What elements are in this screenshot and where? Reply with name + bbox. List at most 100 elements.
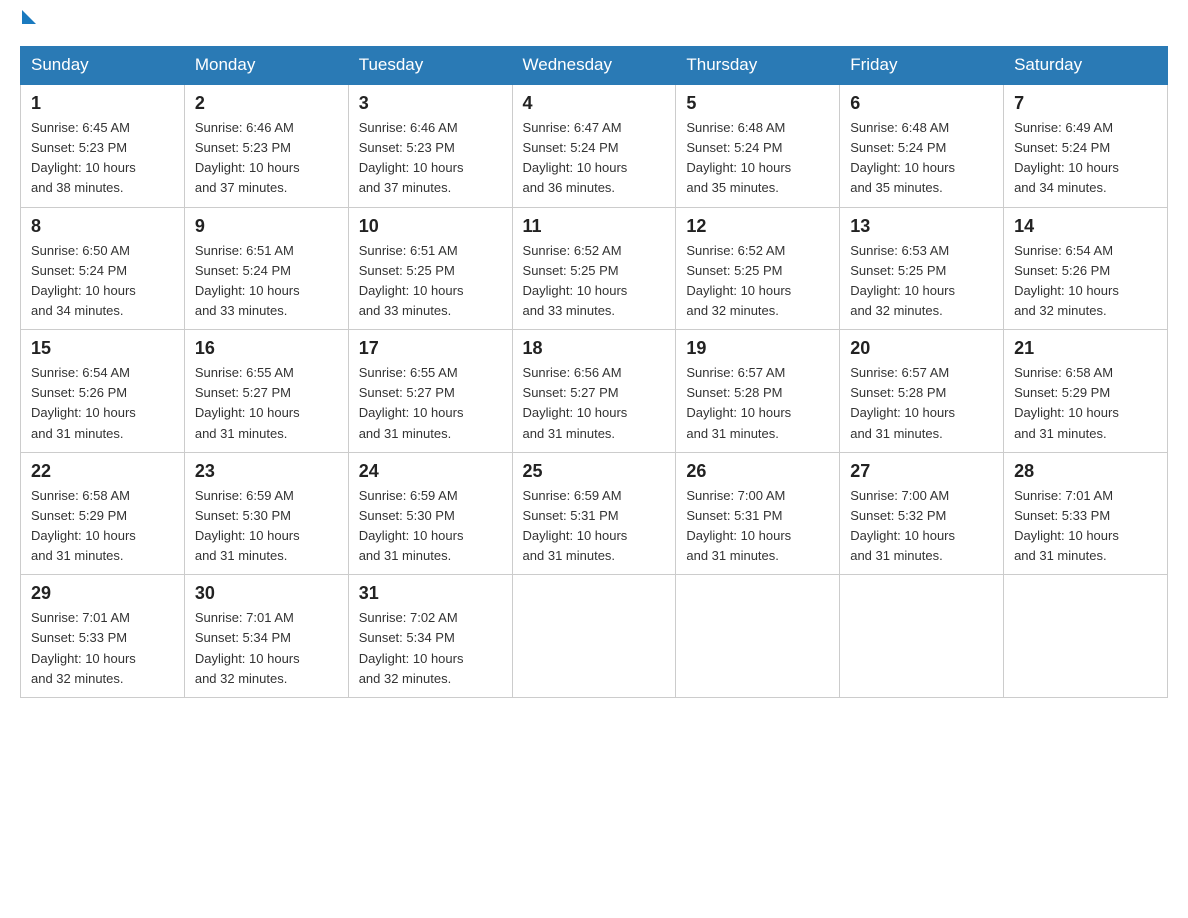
calendar-cell: 11 Sunrise: 6:52 AMSunset: 5:25 PMDaylig…: [512, 207, 676, 330]
calendar-cell: 18 Sunrise: 6:56 AMSunset: 5:27 PMDaylig…: [512, 330, 676, 453]
day-number: 11: [523, 216, 666, 237]
day-info: Sunrise: 6:57 AMSunset: 5:28 PMDaylight:…: [686, 365, 791, 440]
day-number: 26: [686, 461, 829, 482]
week-row-2: 8 Sunrise: 6:50 AMSunset: 5:24 PMDayligh…: [21, 207, 1168, 330]
day-info: Sunrise: 6:50 AMSunset: 5:24 PMDaylight:…: [31, 243, 136, 318]
day-info: Sunrise: 6:51 AMSunset: 5:24 PMDaylight:…: [195, 243, 300, 318]
calendar-cell: 19 Sunrise: 6:57 AMSunset: 5:28 PMDaylig…: [676, 330, 840, 453]
day-info: Sunrise: 6:46 AMSunset: 5:23 PMDaylight:…: [195, 120, 300, 195]
calendar-cell: 29 Sunrise: 7:01 AMSunset: 5:33 PMDaylig…: [21, 575, 185, 698]
day-number: 21: [1014, 338, 1157, 359]
day-number: 4: [523, 93, 666, 114]
day-info: Sunrise: 6:47 AMSunset: 5:24 PMDaylight:…: [523, 120, 628, 195]
day-number: 16: [195, 338, 338, 359]
day-number: 24: [359, 461, 502, 482]
calendar-cell: 17 Sunrise: 6:55 AMSunset: 5:27 PMDaylig…: [348, 330, 512, 453]
weekday-header-tuesday: Tuesday: [348, 47, 512, 85]
day-info: Sunrise: 7:01 AMSunset: 5:33 PMDaylight:…: [31, 610, 136, 685]
day-info: Sunrise: 6:49 AMSunset: 5:24 PMDaylight:…: [1014, 120, 1119, 195]
calendar-cell: 12 Sunrise: 6:52 AMSunset: 5:25 PMDaylig…: [676, 207, 840, 330]
weekday-header-sunday: Sunday: [21, 47, 185, 85]
calendar-cell: [512, 575, 676, 698]
day-number: 10: [359, 216, 502, 237]
day-number: 5: [686, 93, 829, 114]
weekday-header-row: SundayMondayTuesdayWednesdayThursdayFrid…: [21, 47, 1168, 85]
day-number: 12: [686, 216, 829, 237]
calendar-cell: 13 Sunrise: 6:53 AMSunset: 5:25 PMDaylig…: [840, 207, 1004, 330]
calendar-cell: 10 Sunrise: 6:51 AMSunset: 5:25 PMDaylig…: [348, 207, 512, 330]
day-number: 22: [31, 461, 174, 482]
day-info: Sunrise: 6:48 AMSunset: 5:24 PMDaylight:…: [686, 120, 791, 195]
calendar-cell: [676, 575, 840, 698]
day-info: Sunrise: 6:52 AMSunset: 5:25 PMDaylight:…: [686, 243, 791, 318]
week-row-3: 15 Sunrise: 6:54 AMSunset: 5:26 PMDaylig…: [21, 330, 1168, 453]
calendar-cell: 21 Sunrise: 6:58 AMSunset: 5:29 PMDaylig…: [1004, 330, 1168, 453]
day-info: Sunrise: 6:55 AMSunset: 5:27 PMDaylight:…: [195, 365, 300, 440]
calendar-cell: 26 Sunrise: 7:00 AMSunset: 5:31 PMDaylig…: [676, 452, 840, 575]
day-number: 17: [359, 338, 502, 359]
day-info: Sunrise: 6:59 AMSunset: 5:30 PMDaylight:…: [195, 488, 300, 563]
day-info: Sunrise: 6:55 AMSunset: 5:27 PMDaylight:…: [359, 365, 464, 440]
calendar-cell: 31 Sunrise: 7:02 AMSunset: 5:34 PMDaylig…: [348, 575, 512, 698]
day-info: Sunrise: 6:52 AMSunset: 5:25 PMDaylight:…: [523, 243, 628, 318]
day-number: 1: [31, 93, 174, 114]
day-number: 13: [850, 216, 993, 237]
calendar-cell: 23 Sunrise: 6:59 AMSunset: 5:30 PMDaylig…: [184, 452, 348, 575]
weekday-header-friday: Friday: [840, 47, 1004, 85]
calendar-cell: 9 Sunrise: 6:51 AMSunset: 5:24 PMDayligh…: [184, 207, 348, 330]
day-info: Sunrise: 6:58 AMSunset: 5:29 PMDaylight:…: [31, 488, 136, 563]
calendar-cell: 22 Sunrise: 6:58 AMSunset: 5:29 PMDaylig…: [21, 452, 185, 575]
calendar-cell: 27 Sunrise: 7:00 AMSunset: 5:32 PMDaylig…: [840, 452, 1004, 575]
weekday-header-saturday: Saturday: [1004, 47, 1168, 85]
day-info: Sunrise: 7:01 AMSunset: 5:33 PMDaylight:…: [1014, 488, 1119, 563]
day-number: 20: [850, 338, 993, 359]
day-number: 7: [1014, 93, 1157, 114]
day-info: Sunrise: 6:59 AMSunset: 5:30 PMDaylight:…: [359, 488, 464, 563]
calendar-cell: 16 Sunrise: 6:55 AMSunset: 5:27 PMDaylig…: [184, 330, 348, 453]
day-info: Sunrise: 6:58 AMSunset: 5:29 PMDaylight:…: [1014, 365, 1119, 440]
calendar-cell: 30 Sunrise: 7:01 AMSunset: 5:34 PMDaylig…: [184, 575, 348, 698]
calendar-table: SundayMondayTuesdayWednesdayThursdayFrid…: [20, 46, 1168, 698]
day-number: 3: [359, 93, 502, 114]
calendar-cell: 24 Sunrise: 6:59 AMSunset: 5:30 PMDaylig…: [348, 452, 512, 575]
calendar-cell: 14 Sunrise: 6:54 AMSunset: 5:26 PMDaylig…: [1004, 207, 1168, 330]
day-number: 25: [523, 461, 666, 482]
day-info: Sunrise: 6:56 AMSunset: 5:27 PMDaylight:…: [523, 365, 628, 440]
day-info: Sunrise: 6:59 AMSunset: 5:31 PMDaylight:…: [523, 488, 628, 563]
day-info: Sunrise: 6:46 AMSunset: 5:23 PMDaylight:…: [359, 120, 464, 195]
day-number: 29: [31, 583, 174, 604]
day-info: Sunrise: 7:01 AMSunset: 5:34 PMDaylight:…: [195, 610, 300, 685]
day-number: 31: [359, 583, 502, 604]
calendar-cell: 5 Sunrise: 6:48 AMSunset: 5:24 PMDayligh…: [676, 84, 840, 207]
day-number: 15: [31, 338, 174, 359]
day-info: Sunrise: 6:54 AMSunset: 5:26 PMDaylight:…: [1014, 243, 1119, 318]
week-row-1: 1 Sunrise: 6:45 AMSunset: 5:23 PMDayligh…: [21, 84, 1168, 207]
calendar-cell: 2 Sunrise: 6:46 AMSunset: 5:23 PMDayligh…: [184, 84, 348, 207]
calendar-cell: 15 Sunrise: 6:54 AMSunset: 5:26 PMDaylig…: [21, 330, 185, 453]
calendar-cell: 6 Sunrise: 6:48 AMSunset: 5:24 PMDayligh…: [840, 84, 1004, 207]
day-number: 27: [850, 461, 993, 482]
day-number: 18: [523, 338, 666, 359]
day-number: 14: [1014, 216, 1157, 237]
day-number: 30: [195, 583, 338, 604]
day-number: 6: [850, 93, 993, 114]
day-number: 8: [31, 216, 174, 237]
calendar-cell: 7 Sunrise: 6:49 AMSunset: 5:24 PMDayligh…: [1004, 84, 1168, 207]
day-info: Sunrise: 7:02 AMSunset: 5:34 PMDaylight:…: [359, 610, 464, 685]
day-info: Sunrise: 6:53 AMSunset: 5:25 PMDaylight:…: [850, 243, 955, 318]
calendar-cell: 20 Sunrise: 6:57 AMSunset: 5:28 PMDaylig…: [840, 330, 1004, 453]
calendar-cell: 1 Sunrise: 6:45 AMSunset: 5:23 PMDayligh…: [21, 84, 185, 207]
day-number: 2: [195, 93, 338, 114]
day-number: 23: [195, 461, 338, 482]
weekday-header-monday: Monday: [184, 47, 348, 85]
calendar-cell: 8 Sunrise: 6:50 AMSunset: 5:24 PMDayligh…: [21, 207, 185, 330]
page-header: [20, 20, 1168, 26]
calendar-cell: 28 Sunrise: 7:01 AMSunset: 5:33 PMDaylig…: [1004, 452, 1168, 575]
calendar-cell: [1004, 575, 1168, 698]
calendar-cell: 3 Sunrise: 6:46 AMSunset: 5:23 PMDayligh…: [348, 84, 512, 207]
calendar-cell: 4 Sunrise: 6:47 AMSunset: 5:24 PMDayligh…: [512, 84, 676, 207]
day-info: Sunrise: 7:00 AMSunset: 5:32 PMDaylight:…: [850, 488, 955, 563]
weekday-header-thursday: Thursday: [676, 47, 840, 85]
day-info: Sunrise: 6:45 AMSunset: 5:23 PMDaylight:…: [31, 120, 136, 195]
weekday-header-wednesday: Wednesday: [512, 47, 676, 85]
